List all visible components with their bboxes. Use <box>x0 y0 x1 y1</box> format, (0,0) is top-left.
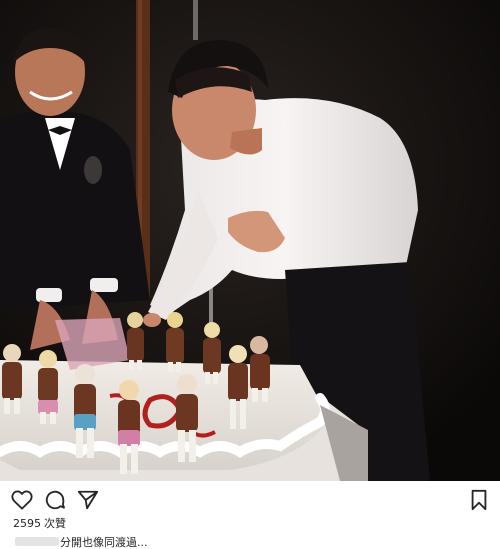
bookmark-icon <box>471 489 487 511</box>
likes-label: 次贊 <box>44 517 66 530</box>
likes-count: 2595 <box>13 516 41 530</box>
post-photo[interactable] <box>0 0 500 481</box>
comment-button[interactable] <box>43 488 67 512</box>
post-caption: 分開也像同渡過... <box>13 534 493 549</box>
comment-bubble-icon <box>45 490 65 510</box>
post-action-bar <box>0 481 500 517</box>
heart-icon <box>11 490 33 510</box>
caption-text: 分開也像同渡過... <box>60 535 148 549</box>
blurred-username[interactable] <box>15 537 59 546</box>
share-button[interactable] <box>76 488 100 512</box>
likes-summary[interactable]: 2595 次贊 <box>13 516 66 531</box>
save-button[interactable] <box>467 488 491 512</box>
paper-plane-icon <box>77 490 99 510</box>
like-button[interactable] <box>10 488 34 512</box>
photo-illustration <box>0 0 500 481</box>
